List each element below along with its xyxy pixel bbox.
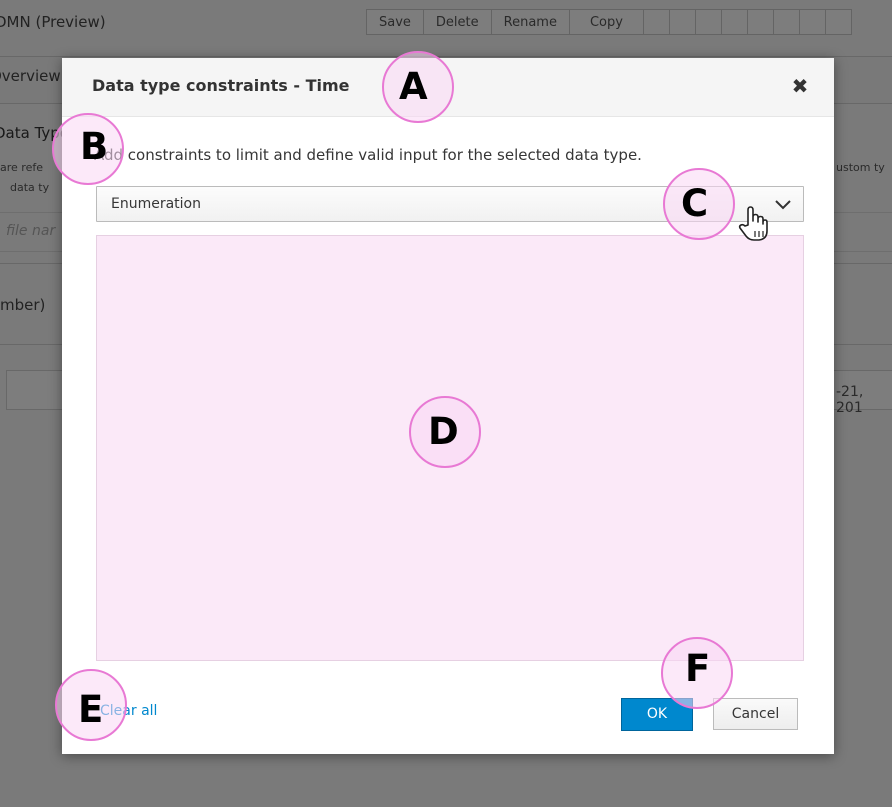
callout-d-letter: D [428,410,459,453]
chevron-down-icon [775,200,791,210]
close-icon[interactable]: ✖ [790,75,810,97]
cancel-button[interactable]: Cancel [713,698,798,730]
callout-f-letter: F [685,647,711,690]
callout-e-letter: E [78,688,104,731]
modal-title: Data type constraints - Time [92,76,350,95]
select-value: Enumeration [111,196,201,212]
callout-a-letter: A [399,65,428,108]
hand-cursor-icon [738,206,768,241]
instruction-text: Add constraints to limit and define vali… [94,146,642,164]
callout-c-letter: C [681,182,709,225]
callout-b-letter: B [80,125,109,168]
